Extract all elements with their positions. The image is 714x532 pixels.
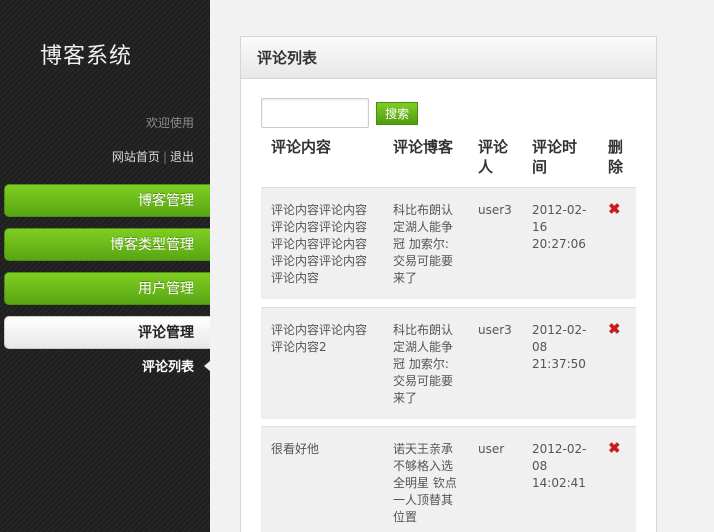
header-delete: 删除 [608,138,624,176]
cell-user: user3 [478,203,512,217]
search-row: 搜索 [261,98,419,128]
cell-user: user [478,442,505,456]
comment-table: 评论内容 评论博客 评论人 评论时间 删除 评论内容评论内容评论内容评论内容评论… [261,129,636,532]
cell-delete: ✖ [598,427,636,532]
cell-delete: ✖ [598,307,636,419]
cell-content: 很看好他 [271,442,320,456]
cell-content: 评论内容评论内容评论内容评论内容评论内容评论内容评论内容评论内容评论内容 [271,203,368,285]
delete-icon[interactable]: ✖ [608,202,621,217]
cell-delete: ✖ [598,188,636,300]
active-arrow-icon [204,361,210,371]
brand-title: 博客系统 [40,44,133,69]
logout-link[interactable]: 退出 [170,150,194,164]
top-links: 网站首页 | 退出 [112,148,194,165]
search-input[interactable] [261,98,369,128]
delete-icon[interactable]: ✖ [608,441,621,456]
cell-time: 2012-02-08 21:37:50 [532,322,587,371]
nav-user-manage[interactable]: 用户管理 [4,272,210,305]
welcome-text: 欢迎使用 [145,116,194,130]
cell-blog: 科比布朗认定湖人能争冠 加索尔:交易可能要来了 [393,203,454,285]
cell-time: 2012-02-08 14:02:41 [532,442,587,490]
link-separator: | [162,150,167,164]
cell-blog: 科比布朗认定湖人能争冠 加索尔:交易可能要来了 [393,322,454,405]
nav-blog-type-manage[interactable]: 博客类型管理 [4,228,210,261]
table-row: 评论内容评论内容评论内容评论内容评论内容评论内容评论内容评论内容评论内容 科比布… [261,187,636,300]
cell-blog: 诺天王亲承不够格入选全明星 钦点一人顶替其位置 [393,442,457,524]
nav-comment-manage[interactable]: 评论管理 [4,316,210,349]
subnav-comment-list[interactable]: 评论列表 [142,356,194,375]
header-blog: 评论博客 [393,138,454,156]
header-content: 评论内容 [271,138,332,156]
cell-content: 评论内容评论内容评论内容2 [271,322,368,354]
home-link[interactable]: 网站首页 [112,150,160,164]
cell-time: 2012-02-16 20:27:06 [532,203,587,251]
header-user: 评论人 [478,138,509,176]
table-row: 评论内容评论内容评论内容2 科比布朗认定湖人能争冠 加索尔:交易可能要来了 us… [261,307,636,419]
panel-title: 评论列表 [241,37,656,79]
delete-icon[interactable]: ✖ [608,321,621,336]
table-row: 很看好他 诺天王亲承不够格入选全明星 钦点一人顶替其位置 user 2012-0… [261,426,636,532]
nav-blog-manage[interactable]: 博客管理 [4,184,210,217]
cell-user: user3 [478,322,512,337]
sidebar: 博客系统 欢迎使用 网站首页 | 退出 博客管理 博客类型管理 用户管理 评论管理 … [0,0,210,532]
search-button[interactable]: 搜索 [376,101,419,125]
comment-panel: 评论列表 搜索 评论内容 评论博客 评论人 评论时间 删除 评论内容评论内容评论… [240,36,657,532]
row-spacer [261,299,636,307]
row-spacer [261,418,636,427]
table-header-row: 评论内容 评论博客 评论人 评论时间 删除 [261,129,636,188]
header-time: 评论时间 [532,138,578,176]
